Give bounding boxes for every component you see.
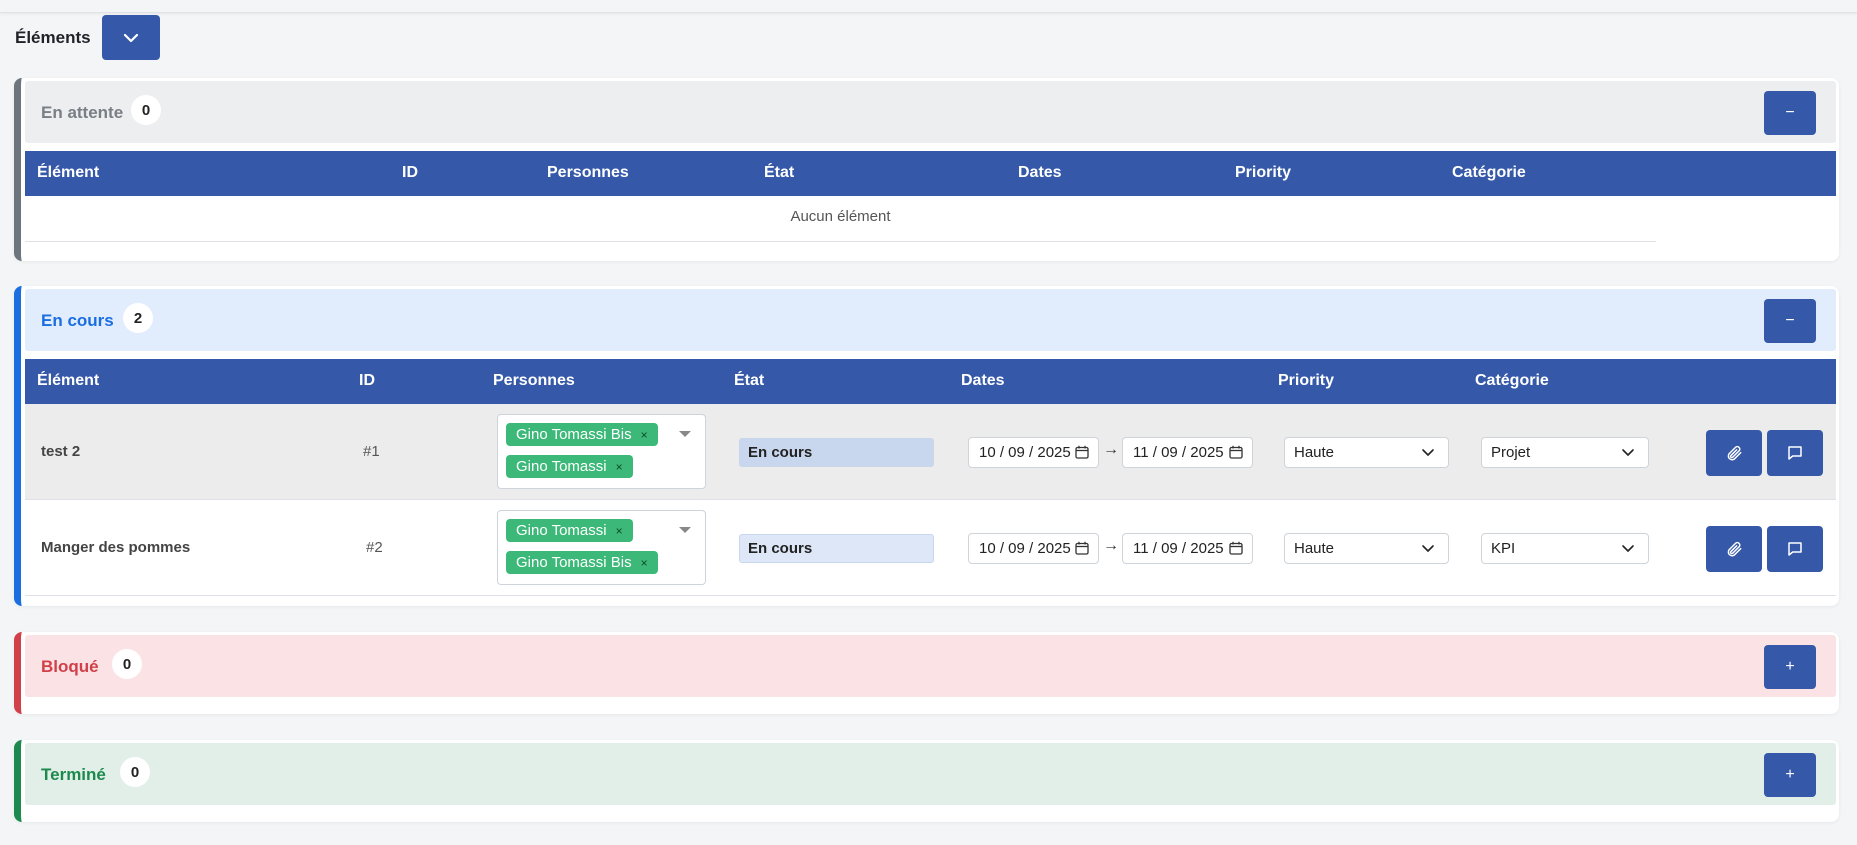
start-date-value: 10 / 09 / 2025 xyxy=(979,540,1071,557)
category-select[interactable]: KPI xyxy=(1481,533,1649,564)
person-tag-label: Gino Tomassi xyxy=(516,458,607,475)
column-header-priority: Priority xyxy=(1278,372,1335,389)
chevron-down-icon xyxy=(1422,545,1434,552)
group-done-expand-button[interactable]: + xyxy=(1764,753,1816,797)
persons-select[interactable]: Gino Tomassi Bis × Gino Tomassi × xyxy=(497,414,706,489)
group-blocked: Bloqué 0 + xyxy=(14,632,1839,714)
persons-select[interactable]: Gino Tomassi × Gino Tomassi Bis × xyxy=(497,510,706,585)
category-select[interactable]: Projet xyxy=(1481,437,1649,468)
paperclip-icon xyxy=(1727,541,1742,557)
calendar-icon[interactable] xyxy=(1229,541,1243,555)
group-pending-collapse-button[interactable]: − xyxy=(1764,91,1816,135)
person-tag-label: Gino Tomassi Bis xyxy=(516,426,632,443)
person-tag: Gino Tomassi × xyxy=(506,519,633,542)
remove-person-button[interactable]: × xyxy=(641,556,648,570)
group-done-header: Terminé 0 + xyxy=(25,743,1836,805)
state-field[interactable]: En cours xyxy=(739,534,934,563)
element-name: Manger des pommes xyxy=(41,539,191,556)
group-in-progress-collapse-button[interactable]: − xyxy=(1764,299,1816,343)
category-value: Projet xyxy=(1491,444,1531,461)
person-tag: Gino Tomassi Bis × xyxy=(506,551,658,574)
column-header-dates: Dates xyxy=(1018,164,1062,181)
start-date-input[interactable]: 10 / 09 / 2025 xyxy=(968,533,1099,564)
person-tag-label: Gino Tomassi Bis xyxy=(516,554,632,571)
end-date-input[interactable]: 11 / 09 / 2025 xyxy=(1122,533,1253,564)
priority-select[interactable]: Haute xyxy=(1284,437,1449,468)
priority-value: Haute xyxy=(1294,444,1335,461)
page-title: Éléments xyxy=(15,28,91,47)
chevron-down-icon xyxy=(123,33,139,42)
dropdown-caret-icon[interactable] xyxy=(679,527,691,533)
table-row: test 2 #1 Gino Tomassi Bis × Gino Tomass… xyxy=(25,404,1836,500)
group-done-title: Terminé xyxy=(41,765,106,784)
end-date-value: 11 / 09 / 2025 xyxy=(1133,444,1224,461)
group-pending-table-header: Élément ID Personnes État Dates Priority… xyxy=(25,151,1836,196)
column-header-dates: Dates xyxy=(961,372,1005,389)
calendar-icon[interactable] xyxy=(1075,445,1089,459)
chevron-down-icon xyxy=(1622,545,1634,552)
column-header-state: État xyxy=(734,372,765,389)
comment-icon xyxy=(1788,446,1802,460)
group-pending: En attente 0 − Élément ID Personnes État… xyxy=(14,78,1839,261)
person-tag: Gino Tomassi Bis × xyxy=(506,423,658,446)
category-value: KPI xyxy=(1491,540,1516,557)
column-header-element: Élément xyxy=(37,372,100,389)
chevron-down-icon xyxy=(1622,449,1634,456)
remove-person-button[interactable]: × xyxy=(641,428,648,442)
element-id: #1 xyxy=(363,443,380,460)
column-header-element: Élément xyxy=(37,164,100,181)
group-blocked-title: Bloqué xyxy=(41,657,99,676)
group-blocked-count: 0 xyxy=(112,649,142,679)
group-done-count: 0 xyxy=(120,757,150,787)
group-blocked-header: Bloqué 0 + xyxy=(25,635,1836,697)
group-pending-header: En attente 0 − xyxy=(25,81,1836,143)
column-header-persons: Personnes xyxy=(547,164,629,181)
group-pending-title: En attente xyxy=(41,103,124,122)
group-in-progress-table-header: Élément ID Personnes État Dates Priority… xyxy=(25,359,1836,404)
calendar-icon[interactable] xyxy=(1229,445,1243,459)
group-in-progress-header: En cours 2 − xyxy=(25,289,1836,351)
end-date-input[interactable]: 11 / 09 / 2025 xyxy=(1122,437,1253,468)
dropdown-caret-icon[interactable] xyxy=(679,431,691,437)
column-header-state: État xyxy=(764,164,795,181)
group-done: Terminé 0 + xyxy=(14,740,1839,822)
state-field[interactable]: En cours xyxy=(739,438,934,467)
column-header-id: ID xyxy=(402,164,418,181)
column-header-priority: Priority xyxy=(1235,164,1292,181)
priority-value: Haute xyxy=(1294,540,1335,557)
comment-icon xyxy=(1788,542,1802,556)
group-in-progress-count: 2 xyxy=(123,303,153,333)
element-name: test 2 xyxy=(41,443,81,460)
person-tag-label: Gino Tomassi xyxy=(516,522,607,539)
empty-message: Aucun élément xyxy=(25,192,1656,242)
attach-button[interactable] xyxy=(1706,526,1762,572)
column-header-category: Catégorie xyxy=(1452,164,1526,181)
top-bar xyxy=(0,0,1857,13)
date-range-arrow: → xyxy=(1103,441,1119,458)
column-header-persons: Personnes xyxy=(493,372,575,389)
remove-person-button[interactable]: × xyxy=(616,460,623,474)
date-range-arrow: → xyxy=(1103,537,1119,554)
table-row: Manger des pommes #2 Gino Tomassi × Gino… xyxy=(25,500,1836,596)
column-header-id: ID xyxy=(359,372,375,389)
column-header-category: Catégorie xyxy=(1475,372,1549,389)
group-in-progress: En cours 2 − Élément ID Personnes État D… xyxy=(14,286,1839,606)
start-date-value: 10 / 09 / 2025 xyxy=(979,444,1071,461)
end-date-value: 11 / 09 / 2025 xyxy=(1133,540,1224,557)
group-pending-count: 0 xyxy=(131,95,161,125)
chevron-down-icon xyxy=(1422,449,1434,456)
element-id: #2 xyxy=(366,539,383,556)
toggle-all-button[interactable] xyxy=(102,15,160,60)
person-tag: Gino Tomassi × xyxy=(506,455,633,478)
paperclip-icon xyxy=(1727,445,1742,461)
attach-button[interactable] xyxy=(1706,430,1762,476)
comment-button[interactable] xyxy=(1767,430,1823,476)
comment-button[interactable] xyxy=(1767,526,1823,572)
group-in-progress-title: En cours xyxy=(41,311,114,330)
priority-select[interactable]: Haute xyxy=(1284,533,1449,564)
group-blocked-expand-button[interactable]: + xyxy=(1764,645,1816,689)
calendar-icon[interactable] xyxy=(1075,541,1089,555)
start-date-input[interactable]: 10 / 09 / 2025 xyxy=(968,437,1099,468)
remove-person-button[interactable]: × xyxy=(616,524,623,538)
